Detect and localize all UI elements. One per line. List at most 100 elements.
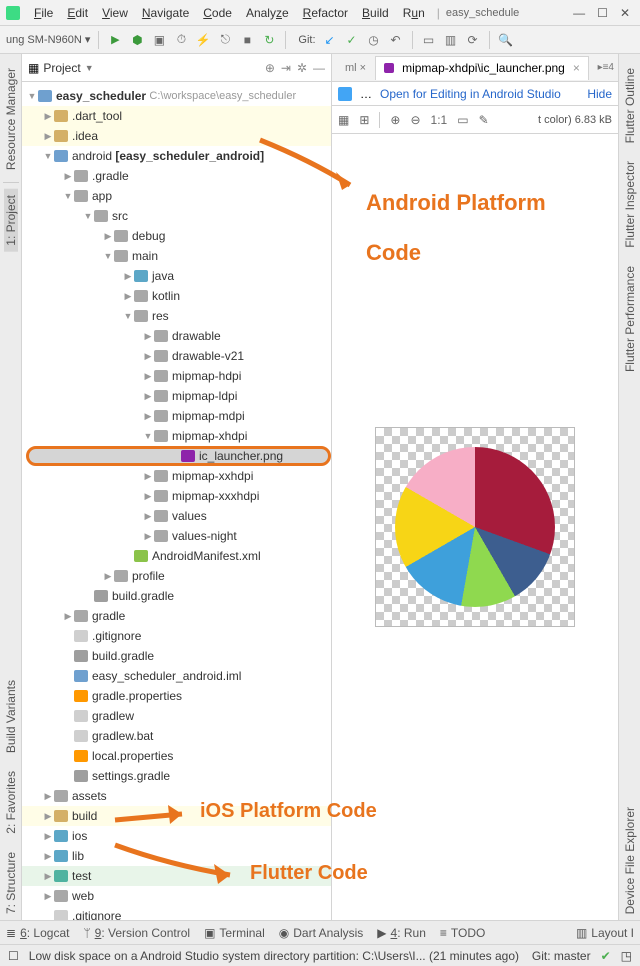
tool-layout-inspector[interactable]: ▥ Layout I bbox=[576, 926, 634, 940]
selected-file-row: ic_launcher.png bbox=[26, 446, 331, 466]
tool-logcat[interactable]: ≣ 6: Logcat bbox=[6, 926, 69, 940]
git-branch[interactable]: Git: master bbox=[532, 949, 591, 963]
editor-tabs: ml × mipmap-xhdpi\ic_launcher.png × ▸≡4 bbox=[332, 54, 618, 82]
stop-icon[interactable]: ■ bbox=[239, 32, 255, 48]
menu-build[interactable]: Build bbox=[356, 4, 395, 22]
rail-favorites[interactable]: 2: Favorites bbox=[4, 765, 18, 840]
rail-resource-manager[interactable]: Resource Manager bbox=[4, 62, 18, 176]
status-indicator-icon[interactable]: ◳ bbox=[621, 949, 632, 963]
hot-reload-icon[interactable]: ⚡ bbox=[195, 32, 211, 48]
tool-todo[interactable]: ≡ TODO bbox=[440, 926, 485, 940]
git-commit-icon[interactable]: ✓ bbox=[344, 32, 360, 48]
collapse-icon[interactable]: ⇥ bbox=[281, 61, 291, 75]
right-tool-rail: Flutter Outline Flutter Inspector Flutte… bbox=[618, 54, 640, 920]
png-icon bbox=[384, 63, 394, 73]
restart-icon[interactable]: ↻ bbox=[261, 32, 277, 48]
run-button[interactable]: ▶ bbox=[107, 32, 123, 48]
flutter-icon bbox=[338, 87, 352, 101]
status-bar: ☐ Low disk space on a Android Studio sys… bbox=[0, 944, 640, 966]
menu-analyze[interactable]: Analyze bbox=[240, 4, 295, 22]
rail-flutter-inspector[interactable]: Flutter Inspector bbox=[623, 155, 637, 254]
status-check-icon[interactable]: ✔ bbox=[601, 949, 611, 963]
menu-view[interactable]: View bbox=[96, 4, 134, 22]
menu-separator: | bbox=[437, 6, 440, 20]
image-canvas[interactable] bbox=[332, 134, 618, 920]
window-maximize[interactable]: ☐ bbox=[597, 6, 608, 20]
gradle-icon bbox=[94, 590, 108, 602]
image-toolbar: ▦ ⊞ ⊕ ⊖ 1:1 ▭ ✎ t color) 6.83 kB bbox=[332, 106, 618, 134]
menu-run[interactable]: Run bbox=[397, 4, 431, 22]
editor-area: ml × mipmap-xhdpi\ic_launcher.png × ▸≡4 … bbox=[332, 54, 618, 920]
folder-icon bbox=[54, 130, 68, 142]
menu-file[interactable]: FFileile bbox=[28, 4, 59, 22]
git-label: Git: bbox=[298, 34, 315, 46]
git-revert-icon[interactable]: ↶ bbox=[388, 32, 404, 48]
hide-icon[interactable]: — bbox=[313, 61, 325, 75]
module-icon bbox=[54, 150, 68, 162]
tool-dart-analysis[interactable]: ◉ Dart Analysis bbox=[279, 926, 364, 940]
tab-inactive[interactable]: ml × bbox=[336, 56, 375, 80]
rail-project[interactable]: 1: Project bbox=[4, 189, 18, 252]
menu-edit[interactable]: Edit bbox=[61, 4, 94, 22]
close-tab-icon[interactable]: × bbox=[573, 61, 580, 75]
zoom-out-icon[interactable]: ⊖ bbox=[410, 113, 420, 127]
rail-flutter-performance[interactable]: Flutter Performance bbox=[623, 260, 637, 378]
project-header: ▦ Project ▼ ⊕ ⇥ ✲ — bbox=[22, 54, 331, 82]
avd-icon[interactable]: ▭ bbox=[421, 32, 437, 48]
dots: … bbox=[360, 87, 372, 101]
project-tree[interactable]: ▼easy_scheduler C:\workspace\easy_schedu… bbox=[22, 82, 331, 920]
bottom-toolbar: ≣ 6: Logcat ᛘ 9: Version Control ▣ Termi… bbox=[0, 920, 640, 944]
project-panel: ▦ Project ▼ ⊕ ⇥ ✲ — ▼easy_scheduler C:\w… bbox=[22, 54, 332, 920]
profile-icon[interactable]: ⏱ bbox=[173, 32, 189, 48]
tab-overflow[interactable]: ▸≡4 bbox=[598, 62, 618, 73]
android-studio-logo bbox=[6, 6, 20, 20]
checker-icon[interactable]: ⊞ bbox=[359, 113, 369, 127]
menu-code[interactable]: Code bbox=[197, 4, 238, 22]
project-view-icon: ▦ bbox=[28, 61, 39, 75]
rail-build-variants[interactable]: Build Variants bbox=[4, 674, 18, 759]
device-selector[interactable]: ung SM-N960N ▾ bbox=[6, 33, 90, 46]
locate-icon[interactable]: ⊕ bbox=[265, 61, 275, 75]
breadcrumb: easy_schedule bbox=[446, 7, 519, 19]
menubar: FFileile Edit View Navigate Code Analyze… bbox=[0, 0, 640, 26]
sdk-icon[interactable]: ▥ bbox=[443, 32, 459, 48]
open-in-studio-link[interactable]: Open for Editing in Android Studio bbox=[380, 87, 561, 101]
git-history-icon[interactable]: ◷ bbox=[366, 32, 382, 48]
git-update-icon[interactable]: ↙ bbox=[322, 32, 338, 48]
toolbar: ung SM-N960N ▾ ▶ ⬢ ▣ ⏱ ⚡ ⎋ ■ ↻ Git: ↙ ✓ … bbox=[0, 26, 640, 54]
tab-active[interactable]: mipmap-xhdpi\ic_launcher.png × bbox=[375, 56, 589, 80]
project-view-label[interactable]: Project bbox=[43, 61, 80, 75]
rail-structure[interactable]: 7: Structure bbox=[4, 846, 18, 920]
fit-icon[interactable]: ▭ bbox=[457, 113, 468, 127]
pipette-icon[interactable]: ✎ bbox=[479, 113, 489, 127]
pie-chart-image bbox=[395, 447, 555, 607]
menu-navigate[interactable]: Navigate bbox=[136, 4, 195, 22]
zoom-in-icon[interactable]: ⊕ bbox=[390, 113, 400, 127]
coverage-icon[interactable]: ▣ bbox=[151, 32, 167, 48]
hide-link[interactable]: Hide bbox=[587, 87, 612, 101]
sync-icon[interactable]: ⟳ bbox=[465, 32, 481, 48]
tool-run[interactable]: ▶ 4: Run bbox=[377, 926, 426, 940]
zoom-ratio[interactable]: 1:1 bbox=[431, 113, 448, 127]
dropdown-icon[interactable]: ▼ bbox=[85, 63, 94, 73]
tab-label: mipmap-xhdpi\ic_launcher.png bbox=[402, 61, 565, 75]
rail-flutter-outline[interactable]: Flutter Outline bbox=[623, 62, 637, 149]
png-icon bbox=[181, 450, 195, 462]
tool-version-control[interactable]: ᛘ 9: Version Control bbox=[83, 926, 190, 940]
grid-icon[interactable]: ▦ bbox=[338, 113, 349, 127]
editor-infobar: … Open for Editing in Android Studio Hid… bbox=[332, 82, 618, 106]
debug-button[interactable]: ⬢ bbox=[129, 32, 145, 48]
window-minimize[interactable]: — bbox=[573, 6, 585, 20]
attach-icon[interactable]: ⎋ bbox=[217, 32, 233, 48]
window-close[interactable]: ✕ bbox=[620, 6, 630, 20]
folder-icon bbox=[54, 110, 68, 122]
menu-refactor[interactable]: Refactor bbox=[297, 4, 354, 22]
module-icon bbox=[38, 90, 52, 102]
status-message: Low disk space on a Android Studio syste… bbox=[29, 949, 519, 963]
root-name[interactable]: easy_scheduler bbox=[56, 89, 146, 103]
tool-terminal[interactable]: ▣ Terminal bbox=[204, 926, 265, 940]
search-icon[interactable]: 🔍 bbox=[498, 32, 514, 48]
gear-icon[interactable]: ✲ bbox=[297, 61, 307, 75]
manifest-icon bbox=[134, 550, 148, 562]
rail-device-explorer[interactable]: Device File Explorer bbox=[623, 801, 637, 920]
